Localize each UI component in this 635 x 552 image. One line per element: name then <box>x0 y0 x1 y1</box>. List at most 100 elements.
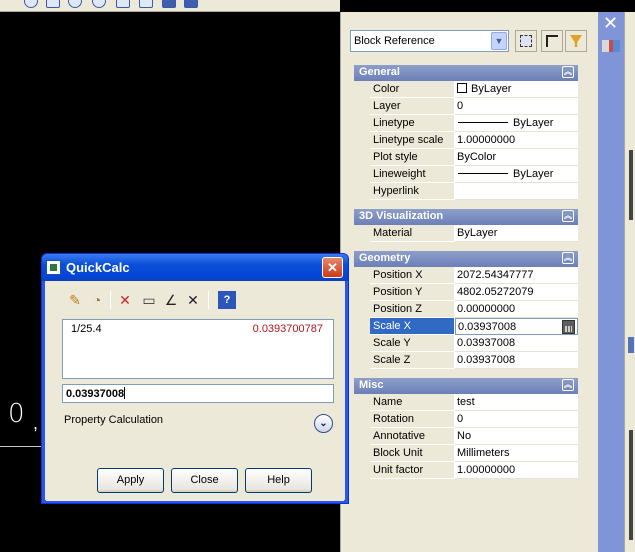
clear-icon[interactable]: ✎ <box>66 291 84 309</box>
property-row[interactable]: Material ByLayer <box>370 225 578 242</box>
property-row[interactable]: Name test <box>370 394 578 411</box>
property-row[interactable]: Annotative No <box>370 428 578 445</box>
property-name: Block Unit <box>370 445 455 462</box>
property-name: Position Z <box>370 301 455 318</box>
properties-icon[interactable] <box>602 40 620 52</box>
quickcalc-app-icon <box>46 260 61 275</box>
property-value: 0.03937008 <box>455 352 578 369</box>
panel-tab-icon[interactable] <box>628 337 634 353</box>
property-row[interactable]: Lineweight ByLayer <box>370 166 578 183</box>
collapse-icon[interactable]: ︽ <box>562 379 574 391</box>
property-value: 1.00000000 <box>455 132 578 149</box>
collapse-icon[interactable]: ︽ <box>562 252 574 264</box>
property-value: ByColor <box>455 149 578 166</box>
quickcalc-dialog: QuickCalc ✕ ✎ ◔ ✕ ▭ ∠ ✕ ? 1/25.4 0.03937… <box>41 253 349 504</box>
section-general[interactable]: General ︽ <box>354 65 578 81</box>
section-misc-body: Name test Rotation 0 Annotative No Block… <box>354 394 578 479</box>
property-row[interactable]: Scale Z 0.03937008 <box>370 352 578 369</box>
window-icon[interactable] <box>139 0 153 8</box>
toggle-pickadd-button[interactable] <box>515 30 537 52</box>
property-row[interactable]: Hyperlink <box>370 183 578 200</box>
property-row[interactable]: Color ByLayer <box>370 81 578 98</box>
property-row[interactable]: Position X 2072.54347777 <box>370 267 578 284</box>
expand-chevron-icon[interactable]: ⌄ <box>314 414 333 433</box>
property-row[interactable]: Position Z 0.00000000 <box>370 301 578 318</box>
quickcalc-body: ✎ ◔ ✕ ▭ ∠ ✕ ? 1/25.4 0.0393700787 0.0393… <box>46 281 344 501</box>
property-row[interactable]: Unit factor 1.00000000 <box>370 462 578 479</box>
section-geometry[interactable]: Geometry ︽ <box>354 251 578 267</box>
history-icon[interactable]: ◔ <box>88 291 106 309</box>
get-coordinates-icon[interactable]: ✕ <box>116 291 134 309</box>
vertical-label <box>629 150 633 220</box>
property-value <box>455 183 578 200</box>
select-objects-button[interactable] <box>541 30 563 52</box>
chevron-down-icon[interactable]: ▼ <box>491 32 507 50</box>
close-icon[interactable]: ✕ <box>322 257 343 278</box>
help-icon[interactable] <box>92 0 106 8</box>
color-swatch-icon <box>457 83 467 93</box>
property-name: Linetype <box>370 115 455 132</box>
drawing-text: 0 <box>8 399 25 429</box>
property-row[interactable]: Rotation 0 <box>370 411 578 428</box>
history-result[interactable]: 0.0393700787 <box>253 323 323 335</box>
property-value: 2072.54347777 <box>455 267 578 284</box>
top-toolbar <box>0 0 340 12</box>
palette-title-strip <box>598 12 624 552</box>
help-button[interactable]: Help <box>245 468 312 493</box>
rectangle-icon[interactable] <box>46 0 60 8</box>
collapse-icon[interactable]: ︽ <box>562 210 574 222</box>
circle-icon[interactable] <box>24 0 38 8</box>
intersection-icon[interactable]: ✕ <box>184 291 202 309</box>
toolbar-separator <box>110 291 111 309</box>
property-value: 0.03937008 <box>455 335 578 352</box>
apply-button[interactable]: Apply <box>97 468 164 493</box>
property-value: 1.00000000 <box>455 462 578 479</box>
history-expression: 1/25.4 <box>71 323 102 335</box>
property-name: Plot style <box>370 149 455 166</box>
property-row[interactable]: Scale Y 0.03937008 <box>370 335 578 352</box>
expression-input[interactable]: 0.03937008 <box>62 384 334 403</box>
quickcalc-icon[interactable] <box>562 320 575 334</box>
section-title: Geometry <box>359 252 411 264</box>
drawing-line <box>0 446 42 447</box>
property-value: 0.03937008 <box>458 321 517 333</box>
property-row[interactable]: Layer 0 <box>370 98 578 115</box>
quick-select-button[interactable] <box>565 30 587 52</box>
help-icon[interactable]: ? <box>218 291 236 309</box>
section-title: Misc <box>359 379 384 391</box>
collapse-icon[interactable]: ︽ <box>562 66 574 78</box>
property-row[interactable]: Linetype scale 1.00000000 <box>370 132 578 149</box>
object-type-value: Block Reference <box>354 35 435 47</box>
property-row[interactable]: Position Y 4802.05272079 <box>370 284 578 301</box>
quickcalc-title-bar[interactable]: QuickCalc ✕ <box>42 254 348 281</box>
drawing-text: , <box>33 413 39 433</box>
save-icon[interactable] <box>162 0 176 8</box>
property-row[interactable]: Plot style ByColor <box>370 149 578 166</box>
section-misc[interactable]: Misc ︽ <box>354 378 578 394</box>
section-title: 3D Visualization <box>359 210 444 222</box>
layers-icon[interactable] <box>116 0 130 8</box>
save-icon[interactable] <box>184 0 198 8</box>
property-value: 4802.05272079 <box>455 284 578 301</box>
palette-close-icon[interactable]: ✕ <box>603 14 618 32</box>
property-value: test <box>455 394 578 411</box>
help-icon[interactable] <box>68 0 82 8</box>
property-name: Lineweight <box>370 166 455 183</box>
property-value: Millimeters <box>455 445 578 462</box>
linetype-sample-icon <box>458 122 508 123</box>
property-row-selected[interactable]: Scale X 0.03937008 <box>370 318 578 335</box>
section-3d-visualization-body: Material ByLayer <box>354 225 578 242</box>
angle-icon[interactable]: ∠ <box>162 291 180 309</box>
dialog-title: QuickCalc <box>66 260 130 275</box>
object-type-dropdown[interactable]: Block Reference ▼ <box>350 30 509 52</box>
property-row[interactable]: Block Unit Millimeters <box>370 445 578 462</box>
expression-value: 0.03937008 <box>66 388 125 400</box>
close-button[interactable]: Close <box>171 468 238 493</box>
property-row[interactable]: Linetype ByLayer <box>370 115 578 132</box>
history-area[interactable]: 1/25.4 0.0393700787 <box>62 319 334 379</box>
property-name: Rotation <box>370 411 455 428</box>
pickadd-icon <box>520 35 532 47</box>
section-3d-visualization[interactable]: 3D Visualization ︽ <box>354 209 578 225</box>
toolbar-separator <box>208 291 209 309</box>
distance-icon[interactable]: ▭ <box>140 291 158 309</box>
